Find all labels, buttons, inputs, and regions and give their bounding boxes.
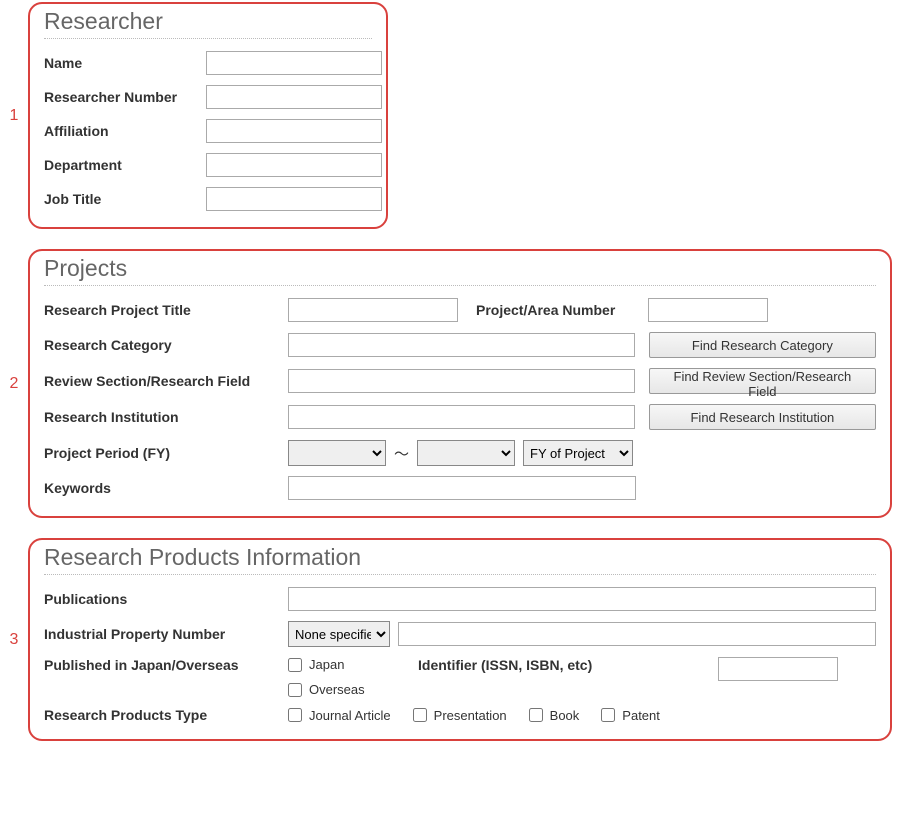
department-input[interactable] [206, 153, 382, 177]
annotation-number-3: 3 [0, 631, 28, 649]
name-label: Name [44, 55, 206, 71]
patent-checkbox[interactable] [601, 708, 615, 722]
annotation-number-1: 1 [0, 107, 28, 125]
researcher-number-label: Researcher Number [44, 89, 206, 105]
find-research-category-button[interactable]: Find Research Category [649, 332, 876, 358]
japan-label: Japan [309, 657, 344, 672]
keywords-input[interactable] [288, 476, 636, 500]
divider [44, 285, 876, 286]
review-section-label: Review Section/Research Field [44, 373, 288, 389]
patent-option[interactable]: Patent [601, 708, 660, 723]
presentation-option[interactable]: Presentation [413, 708, 507, 723]
name-input[interactable] [206, 51, 382, 75]
annotation-number-2: 2 [0, 375, 28, 393]
ipn-input[interactable] [398, 622, 876, 646]
affiliation-input[interactable] [206, 119, 382, 143]
tilde-separator: ～ [394, 443, 409, 464]
research-category-input[interactable] [288, 333, 635, 357]
project-title-input[interactable] [288, 298, 458, 322]
journal-label: Journal Article [309, 708, 391, 723]
department-label: Department [44, 157, 206, 173]
research-institution-input[interactable] [288, 405, 635, 429]
book-label: Book [550, 708, 580, 723]
ipn-select[interactable]: None specified [288, 621, 390, 647]
divider [44, 38, 372, 39]
japan-option[interactable]: Japan [288, 657, 418, 672]
job-title-input[interactable] [206, 187, 382, 211]
projects-panel: Projects Research Project Title Project/… [28, 249, 892, 518]
overseas-option[interactable]: Overseas [288, 682, 418, 697]
period-to-select[interactable] [417, 440, 515, 466]
find-review-section-button[interactable]: Find Review Section/Research Field [649, 368, 876, 394]
publications-input[interactable] [288, 587, 876, 611]
book-option[interactable]: Book [529, 708, 580, 723]
period-from-select[interactable] [288, 440, 386, 466]
publications-label: Publications [44, 591, 288, 607]
researcher-panel: Researcher Name Researcher Number Affili… [28, 2, 388, 229]
divider [44, 574, 876, 575]
review-section-input[interactable] [288, 369, 635, 393]
affiliation-label: Affiliation [44, 123, 206, 139]
researcher-title: Researcher [44, 8, 372, 35]
project-area-number-label: Project/Area Number [476, 302, 648, 318]
fy-of-project-select[interactable]: FY of Project [523, 440, 633, 466]
keywords-label: Keywords [44, 480, 288, 496]
journal-option[interactable]: Journal Article [288, 708, 391, 723]
project-area-number-input[interactable] [648, 298, 768, 322]
find-research-institution-button[interactable]: Find Research Institution [649, 404, 876, 430]
project-period-label: Project Period (FY) [44, 445, 288, 461]
research-institution-label: Research Institution [44, 409, 288, 425]
products-panel: Research Products Information Publicatio… [28, 538, 892, 741]
published-in-label: Published in Japan/Overseas [44, 657, 288, 673]
ipn-label: Industrial Property Number [44, 626, 288, 642]
patent-label: Patent [622, 708, 660, 723]
identifier-label: Identifier (ISSN, ISBN, etc) [418, 657, 718, 673]
job-title-label: Job Title [44, 191, 206, 207]
overseas-label: Overseas [309, 682, 365, 697]
identifier-input[interactable] [718, 657, 838, 681]
presentation-label: Presentation [434, 708, 507, 723]
book-checkbox[interactable] [529, 708, 543, 722]
project-title-label: Research Project Title [44, 302, 288, 318]
journal-checkbox[interactable] [288, 708, 302, 722]
research-category-label: Research Category [44, 337, 288, 353]
projects-title: Projects [44, 255, 876, 282]
presentation-checkbox[interactable] [413, 708, 427, 722]
products-title: Research Products Information [44, 544, 876, 571]
researcher-number-input[interactable] [206, 85, 382, 109]
overseas-checkbox[interactable] [288, 683, 302, 697]
japan-checkbox[interactable] [288, 658, 302, 672]
products-type-label: Research Products Type [44, 707, 288, 723]
